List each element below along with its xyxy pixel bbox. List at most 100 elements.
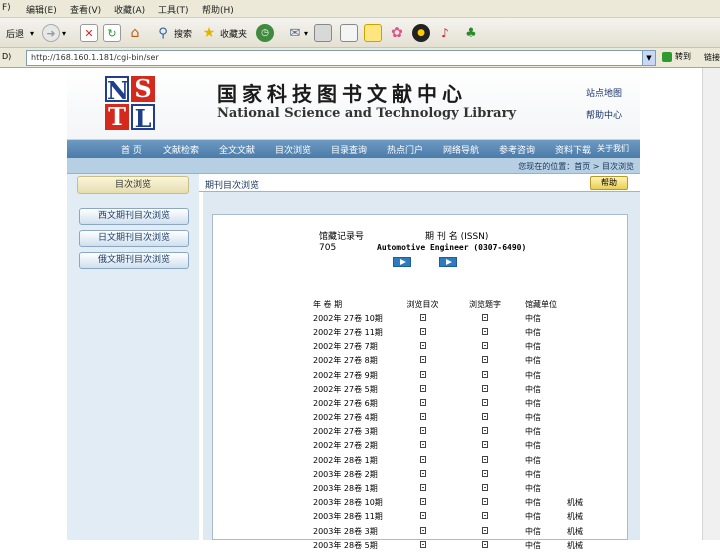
media-button[interactable]: ♪ xyxy=(436,23,454,43)
title-doc-icon[interactable] xyxy=(482,370,488,378)
issue-cell: 2003年 28卷 2期 xyxy=(313,469,378,479)
toc-doc-icon[interactable] xyxy=(419,313,426,321)
table-row: 2002年 28卷 1期 中信 xyxy=(313,453,607,467)
title-doc-icon[interactable] xyxy=(482,413,488,421)
nav-navigation[interactable]: 网络导航 xyxy=(443,143,479,156)
search-button[interactable]: ⚲ 搜索 xyxy=(154,23,192,43)
title-doc-icon[interactable] xyxy=(482,540,488,548)
vertical-scrollbar[interactable] xyxy=(702,68,720,540)
toc-doc-icon[interactable] xyxy=(419,327,426,335)
title-doc-icon[interactable] xyxy=(482,526,488,534)
title-doc-icon[interactable] xyxy=(482,484,488,492)
title-doc-icon[interactable] xyxy=(482,342,488,350)
title-doc-icon[interactable] xyxy=(482,427,488,435)
title-doc-icon[interactable] xyxy=(482,313,488,321)
nstl-logo[interactable]: N S T L xyxy=(105,76,157,132)
toc-doc-icon[interactable] xyxy=(419,398,426,406)
issue-cell: 2002年 27卷 8期 xyxy=(313,356,378,366)
home-button[interactable]: ⌂ xyxy=(126,23,144,43)
journal-value: Automotive Engineer (0307-6490) xyxy=(377,243,527,252)
nav-toc[interactable]: 目次浏览 xyxy=(275,143,311,156)
menu-favorites[interactable]: 收藏(A) xyxy=(114,3,145,16)
help-center-link[interactable]: 帮助中心 xyxy=(586,108,622,121)
back-dropdown-icon[interactable]: ▾ xyxy=(30,29,34,38)
toc-doc-icon[interactable] xyxy=(419,469,426,477)
print-button[interactable] xyxy=(314,23,332,43)
issue-cell: 2002年 27卷 5期 xyxy=(313,384,378,394)
back-button[interactable]: 后退 ▾ xyxy=(4,23,34,43)
toc-doc-icon[interactable] xyxy=(419,498,426,506)
nav-home[interactable]: 首 页 xyxy=(121,143,142,156)
browse-toc-arrow-button[interactable] xyxy=(393,257,411,267)
menu-tools[interactable]: 工具(T) xyxy=(158,3,189,16)
toc-doc-icon[interactable] xyxy=(419,356,426,364)
menu-view[interactable]: 查看(V) xyxy=(70,3,101,16)
site-map-link[interactable]: 站点地图 xyxy=(586,86,622,99)
menu-file[interactable]: F) xyxy=(2,3,11,13)
toc-doc-icon[interactable] xyxy=(419,455,426,463)
col-title: 浏览题字 xyxy=(469,299,501,309)
title-doc-icon[interactable] xyxy=(482,512,488,520)
title-doc-icon[interactable] xyxy=(482,356,488,364)
title-doc-icon[interactable] xyxy=(482,498,488,506)
issue-cell: 2003年 28卷 1期 xyxy=(313,484,378,494)
toc-doc-icon[interactable] xyxy=(419,384,426,392)
menu-help[interactable]: 帮助(H) xyxy=(202,3,234,16)
flower-button[interactable]: ✿ xyxy=(388,23,406,43)
forward-dropdown-icon[interactable]: ▾ xyxy=(62,29,66,38)
nav-catalog[interactable]: 目录查询 xyxy=(331,143,367,156)
nav-download[interactable]: 资料下载 xyxy=(555,143,591,156)
toc-doc-icon[interactable] xyxy=(419,540,426,548)
address-input[interactable]: http://168.160.1.181/cgi-bin/ser xyxy=(26,50,656,66)
menu-edit[interactable]: 编辑(E) xyxy=(26,3,57,16)
sidebar-title: 目次浏览 xyxy=(77,176,189,194)
title-doc-icon[interactable] xyxy=(482,469,488,477)
stop-button[interactable]: ✕ xyxy=(80,23,98,43)
mail-button[interactable]: ✉ ▾ xyxy=(286,23,308,43)
browse-title-arrow-button[interactable] xyxy=(439,257,457,267)
toc-doc-icon[interactable] xyxy=(419,512,426,520)
subject-cell xyxy=(567,340,607,354)
subject-cell: 机械 xyxy=(567,512,583,522)
table-row: 2002年 27卷 6期 中信 xyxy=(313,396,607,410)
section-header: 期刊目次浏览 帮助 xyxy=(199,174,640,192)
nav-about[interactable]: 关于我们 xyxy=(597,143,629,154)
toc-doc-icon[interactable] xyxy=(419,484,426,492)
nav-portal[interactable]: 热点门户 xyxy=(387,143,423,156)
title-doc-icon[interactable] xyxy=(482,384,488,392)
nav-reference[interactable]: 参考咨询 xyxy=(499,143,535,156)
forward-button[interactable]: ➜ ▾ xyxy=(42,23,66,43)
unit-cell: 中信 xyxy=(525,342,541,352)
go-arrow-icon xyxy=(662,51,672,62)
nav-fulltext[interactable]: 全文文献 xyxy=(219,143,255,156)
unit-cell: 中信 xyxy=(525,455,541,465)
discuss-button[interactable] xyxy=(364,23,382,43)
sidebar-item-russian[interactable]: 俄文期刊目次浏览 xyxy=(79,252,189,269)
go-button[interactable]: 转到 xyxy=(662,51,691,62)
favorites-button[interactable]: ★ 收藏夹 xyxy=(200,23,247,43)
address-dropdown-icon[interactable]: ▼ xyxy=(642,50,656,66)
toc-doc-icon[interactable] xyxy=(419,526,426,534)
help-button[interactable]: 帮助 xyxy=(590,176,628,190)
toc-doc-icon[interactable] xyxy=(419,427,426,435)
title-doc-icon[interactable] xyxy=(482,398,488,406)
mail-dropdown-icon[interactable]: ▾ xyxy=(304,29,308,38)
msn-button[interactable]: ♣ xyxy=(462,23,480,43)
title-doc-icon[interactable] xyxy=(482,327,488,335)
links-label[interactable]: 链接 xyxy=(704,52,720,63)
title-doc-icon[interactable] xyxy=(482,441,488,449)
toc-doc-icon[interactable] xyxy=(419,342,426,350)
messenger-button[interactable]: ● xyxy=(412,23,430,43)
sidebar-item-japanese[interactable]: 日文期刊目次浏览 xyxy=(79,230,189,247)
toc-doc-icon[interactable] xyxy=(419,441,426,449)
history-button[interactable]: ◷ xyxy=(256,23,274,43)
refresh-button[interactable]: ↻ xyxy=(103,23,121,43)
toc-doc-icon[interactable] xyxy=(419,413,426,421)
toc-doc-icon[interactable] xyxy=(419,370,426,378)
title-doc-icon[interactable] xyxy=(482,455,488,463)
sidebar-item-western[interactable]: 西文期刊目次浏览 xyxy=(79,208,189,225)
subject-cell xyxy=(567,354,607,368)
nav-search[interactable]: 文献检索 xyxy=(163,143,199,156)
table-row: 2003年 28卷 11期 中信 机械 xyxy=(313,510,607,524)
edit-button[interactable] xyxy=(340,23,358,43)
